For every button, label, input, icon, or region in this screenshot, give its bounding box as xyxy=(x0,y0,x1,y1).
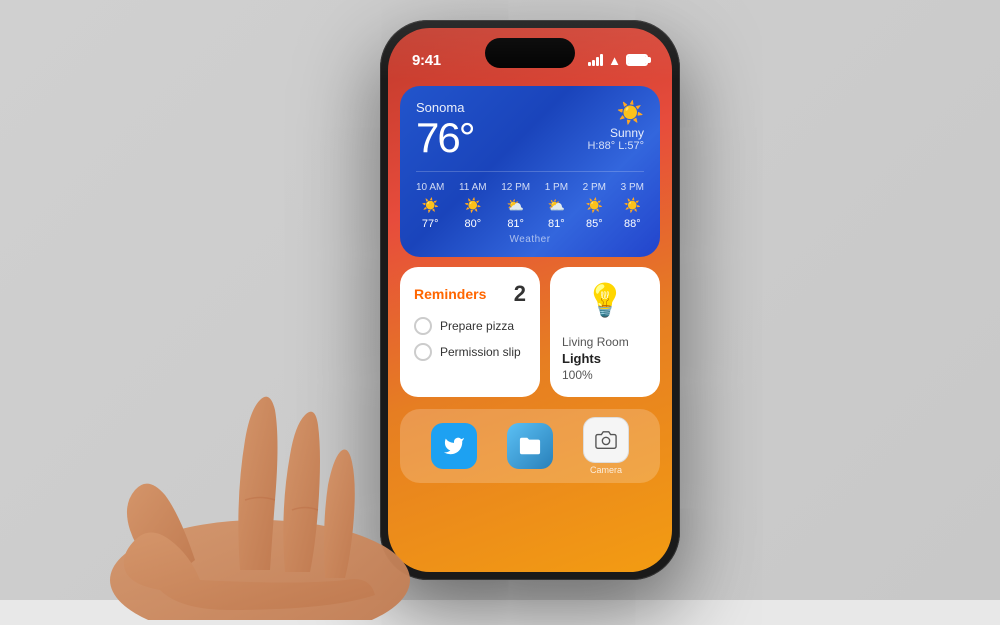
status-bar: 9:41 ▲ xyxy=(388,28,672,78)
weather-high-low: H:88° L:57° xyxy=(587,140,644,152)
reminders-count: 2 xyxy=(514,281,526,307)
scene: 9:41 ▲ ☀️ xyxy=(0,0,1000,600)
camera-label: Camera xyxy=(590,465,622,475)
dynamic-island xyxy=(485,38,575,68)
weather-widget-label: Weather xyxy=(416,234,644,245)
weather-right: ☀️ Sunny H:88° L:57° xyxy=(587,100,644,152)
status-time: 9:41 xyxy=(412,52,441,69)
weather-sun-icon: ☀️ xyxy=(587,100,644,126)
lights-widget[interactable]: 💡 Living Room Lights 100% xyxy=(550,267,660,397)
wifi-icon: ▲ xyxy=(608,53,621,68)
dock-item-camera[interactable]: Camera xyxy=(583,417,629,475)
weather-hour-2: 11 AM ☀️ 80° xyxy=(459,182,487,230)
weather-hourly: 10 AM ☀️ 77° 11 AM ☀️ 80° 12 PM ⛅ 81° xyxy=(416,171,644,230)
bulb-icon: 💡 xyxy=(562,281,648,319)
hand-illustration xyxy=(50,300,470,620)
files-icon[interactable] xyxy=(507,423,553,469)
weather-condition: Sunny xyxy=(587,126,644,140)
camera-icon[interactable] xyxy=(583,417,629,463)
weather-hour-4: 1 PM ⛅ 81° xyxy=(545,182,568,230)
weather-hour-6: 3 PM ☀️ 88° xyxy=(621,182,644,230)
weather-hour-1: 10 AM ☀️ 77° xyxy=(416,182,444,230)
weather-widget[interactable]: ☀️ Sunny H:88° L:57° Sonoma 76° 10 AM ☀️… xyxy=(400,86,660,257)
weather-hour-3: 12 PM ⛅ 81° xyxy=(501,182,530,230)
signal-icon xyxy=(588,54,603,66)
lights-name-bold: Lights xyxy=(562,351,648,368)
weather-hour-5: 2 PM ☀️ 85° xyxy=(583,182,606,230)
lights-name: Living Room Lights 100% xyxy=(562,335,648,383)
lights-percent: 100% xyxy=(562,368,593,382)
dock-item-files[interactable] xyxy=(507,423,553,469)
battery-icon xyxy=(626,54,648,66)
status-icons: ▲ xyxy=(588,53,648,68)
